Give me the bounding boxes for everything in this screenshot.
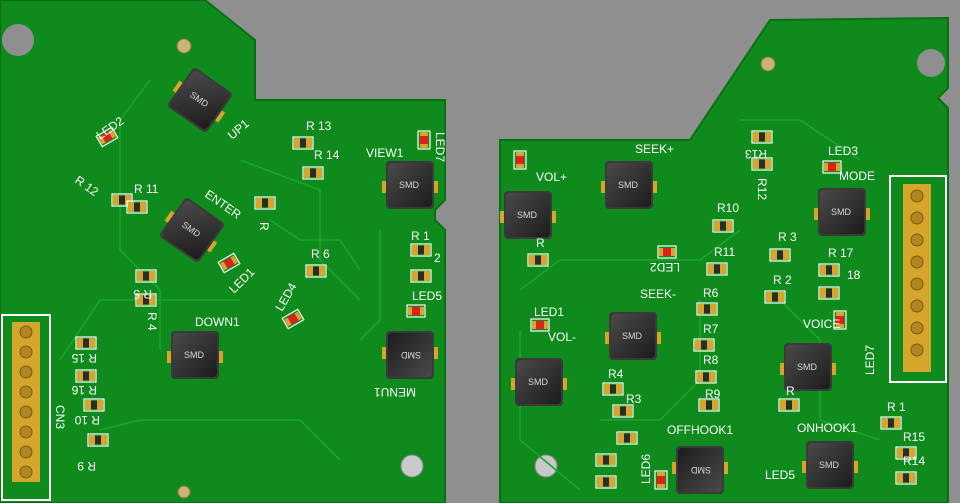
label-vol-minus: VOL- bbox=[548, 330, 576, 344]
pcb-scene: SMD SMD SMD SMD SMD LED2 UP1 R 13 R 14 V… bbox=[0, 0, 960, 503]
label-r4: R 4 bbox=[145, 312, 159, 331]
svg-text:SMD: SMD bbox=[797, 362, 818, 372]
label-r14: R14 bbox=[903, 454, 925, 468]
label-r13: R 13 bbox=[306, 119, 332, 133]
switch-vol-minus[interactable]: SMD bbox=[511, 358, 567, 406]
label-r10: R 10 bbox=[74, 413, 100, 427]
label-view1: VIEW1 bbox=[366, 146, 404, 160]
label-r15: R 15 bbox=[71, 351, 97, 365]
switch-vol-plus[interactable]: SMD bbox=[500, 191, 556, 239]
label-r9: R9 bbox=[705, 387, 721, 401]
switch-mode[interactable]: SMD bbox=[814, 188, 870, 236]
svg-text:SMD: SMD bbox=[399, 180, 420, 190]
label-r2: 2 bbox=[434, 251, 441, 265]
label-r7: R7 bbox=[703, 322, 719, 336]
svg-text:SMD: SMD bbox=[517, 210, 538, 220]
label-r17: R 17 bbox=[828, 246, 854, 260]
label-led1: LED1 bbox=[534, 305, 564, 319]
label-r1: R 1 bbox=[411, 229, 430, 243]
svg-text:SMD: SMD bbox=[691, 465, 712, 475]
svg-text:SMD: SMD bbox=[184, 350, 205, 360]
label-led7-left: LED7 bbox=[433, 132, 447, 162]
switch-view1[interactable]: SMD bbox=[382, 161, 438, 209]
label-r11: R11 bbox=[714, 245, 735, 259]
label-r15: R15 bbox=[903, 430, 925, 444]
label-vol-plus: VOL+ bbox=[536, 170, 567, 184]
label-mode: MODE bbox=[839, 169, 875, 183]
label-r10: R10 bbox=[717, 201, 739, 215]
right-board: SMD SMD SMD SMD SMD SMD SMD SMD SEEK+ VO… bbox=[499, 16, 949, 503]
label-r12: R12 bbox=[755, 178, 769, 200]
label-r18: 18 bbox=[847, 268, 861, 282]
label-r-enter: R bbox=[257, 222, 271, 231]
label-led5: LED5 bbox=[412, 289, 442, 303]
svg-text:SMD: SMD bbox=[618, 180, 639, 190]
switch-down1[interactable]: SMD bbox=[167, 331, 223, 379]
label-r14: R 14 bbox=[314, 148, 340, 162]
switch-onhook[interactable]: SMD bbox=[802, 441, 858, 489]
label-cn3: CN3 bbox=[53, 405, 67, 429]
svg-text:SMD: SMD bbox=[622, 331, 643, 341]
label-r6: R6 bbox=[703, 286, 719, 300]
switch-seek-plus[interactable]: SMD bbox=[601, 161, 657, 209]
label-r4: R4 bbox=[608, 367, 624, 381]
svg-text:SMD: SMD bbox=[528, 377, 549, 387]
label-menu1: MENU1 bbox=[374, 385, 416, 399]
label-led7: LED7 bbox=[863, 345, 877, 375]
label-r13: R13 bbox=[745, 147, 767, 161]
label-down1: DOWN1 bbox=[195, 315, 240, 329]
label-r1: R 1 bbox=[887, 400, 906, 414]
left-board: SMD SMD SMD SMD SMD LED2 UP1 R 13 R 14 V… bbox=[0, 0, 447, 503]
label-r2: R 2 bbox=[773, 273, 792, 287]
label-r8: R8 bbox=[703, 353, 719, 367]
label-r6: R 6 bbox=[311, 247, 330, 261]
label-offhook: OFFHOOK1 bbox=[667, 423, 733, 437]
switch-seek-minus[interactable]: SMD bbox=[605, 312, 661, 360]
label-r9: R 9 bbox=[77, 459, 96, 473]
label-r-voice: R bbox=[786, 384, 795, 398]
label-r11: R 11 bbox=[134, 182, 159, 196]
label-r16: R 16 bbox=[71, 383, 97, 397]
label-led2: LED2 bbox=[650, 260, 680, 274]
pcb-render: SMD SMD SMD SMD SMD LED2 UP1 R 13 R 14 V… bbox=[0, 0, 949, 503]
label-r3-top: R 3 bbox=[778, 230, 797, 244]
label-seek-plus: SEEK+ bbox=[635, 142, 674, 156]
label-led3: LED3 bbox=[828, 144, 858, 158]
label-r3: R3 bbox=[626, 392, 642, 406]
label-seek-minus: SEEK- bbox=[640, 287, 676, 301]
label-led5: LED5 bbox=[765, 468, 795, 482]
svg-text:SMD: SMD bbox=[831, 207, 852, 217]
switch-offhook[interactable]: SMD bbox=[672, 446, 728, 494]
label-r5: R 5 bbox=[133, 287, 152, 301]
switch-menu1[interactable]: SMD bbox=[382, 331, 438, 379]
label-r-c: R bbox=[536, 236, 545, 250]
label-voice: VOICE bbox=[803, 317, 840, 331]
svg-text:SMD: SMD bbox=[401, 350, 422, 360]
label-onhook: ONHOOK1 bbox=[797, 421, 857, 435]
label-led6: LED6 bbox=[639, 454, 653, 484]
svg-text:SMD: SMD bbox=[819, 460, 840, 470]
